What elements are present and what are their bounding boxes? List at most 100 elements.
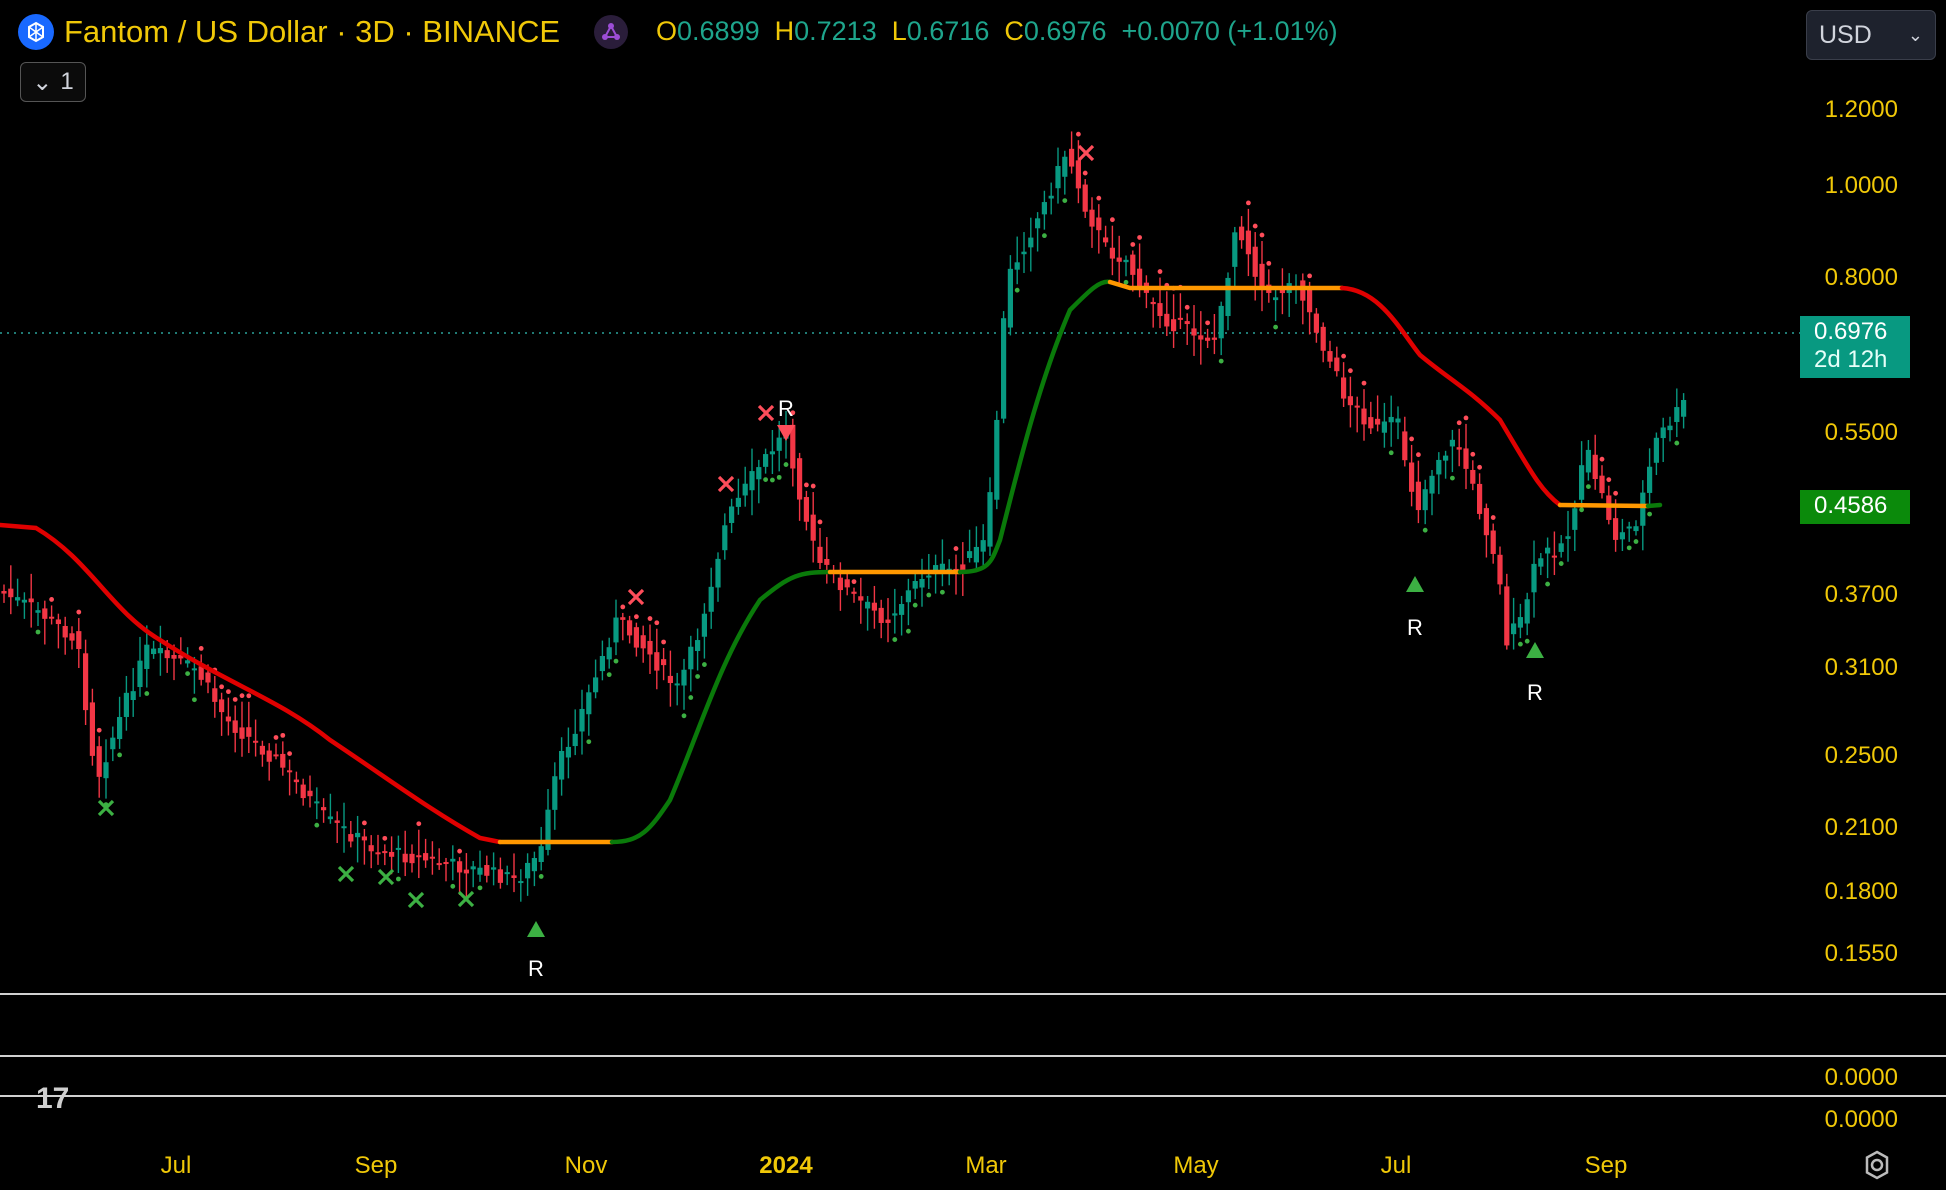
candle-body: [1109, 247, 1115, 259]
markers-layer: R R R R: [97, 144, 1544, 981]
candle-body: [681, 669, 687, 686]
candle-body: [137, 660, 143, 688]
candle-body: [1300, 280, 1306, 301]
signal-dot: [1606, 477, 1612, 483]
purple-indicator-icon[interactable]: [594, 15, 629, 49]
candle-body: [1123, 259, 1129, 263]
signal-dot: [906, 628, 911, 634]
candle-body: [1477, 483, 1483, 514]
signal-dot: [810, 483, 816, 489]
signal-dot: [219, 684, 225, 690]
trend-line-up: [609, 569, 833, 845]
supertrend-layer: [0, 279, 1663, 845]
candle-body: [484, 865, 490, 876]
candle-body: [627, 620, 633, 636]
candle-body: [457, 861, 463, 873]
candle-body: [892, 613, 898, 616]
candle-body: [1191, 328, 1197, 336]
candle-body: [960, 564, 966, 571]
cross-marker: [407, 891, 425, 909]
signal-dot: [1096, 195, 1102, 201]
signal-dot: [1218, 358, 1224, 364]
candle-body: [844, 579, 850, 588]
signal-dot: [1014, 287, 1020, 293]
candle-body: [538, 846, 544, 863]
candle-body: [803, 497, 809, 522]
candle-body: [219, 699, 225, 713]
candle-body: [1551, 555, 1557, 558]
candle-body: [987, 492, 993, 547]
candle-body: [1497, 554, 1503, 585]
candle-body: [28, 598, 34, 603]
candle-body: [1531, 563, 1537, 593]
candle-body: [1198, 335, 1204, 340]
candle-body: [1545, 547, 1551, 554]
candle-body: [912, 581, 918, 589]
signal-dot: [688, 695, 694, 700]
signal-dot: [1450, 475, 1455, 481]
signal-dot: [1463, 415, 1469, 421]
signal-dot: [783, 462, 789, 467]
candle-body: [695, 640, 701, 652]
candle-body: [1599, 475, 1605, 494]
candle-body: [49, 616, 55, 619]
candle-body: [776, 437, 782, 451]
candle-body: [232, 720, 238, 733]
currency-select[interactable]: USD ⌄: [1806, 10, 1936, 60]
signal-dot: [1422, 527, 1428, 533]
signal-dot: [804, 482, 809, 488]
candle-body: [273, 754, 279, 757]
candle-body: [69, 633, 75, 641]
chart-canvas[interactable]: R R R R 17: [0, 0, 1946, 1190]
signal-dot: [1674, 440, 1680, 446]
candle-body: [1116, 257, 1122, 262]
symbol-title[interactable]: Fantom / US Dollar · 3D · BINANCE: [64, 14, 560, 50]
signal-dot: [232, 697, 238, 702]
price-tick: 0.2500: [1824, 742, 1898, 769]
signal-dot: [1266, 260, 1272, 266]
symbol-header: Fantom / US Dollar · 3D · BINANCE: [18, 10, 629, 54]
candle-body: [402, 853, 408, 863]
candle-body: [1368, 417, 1374, 429]
price-tick: 1.0000: [1824, 172, 1898, 199]
candle-body: [35, 610, 41, 613]
candle-body: [1225, 277, 1231, 317]
settings-gear-icon[interactable]: [1860, 1148, 1894, 1182]
candle-body: [491, 867, 497, 870]
pane3-tick: 0.0000: [1824, 1064, 1898, 1091]
signal-dot: [96, 727, 102, 733]
signal-dot: [396, 876, 401, 882]
trend-line-flat: [1557, 502, 1651, 509]
candle-body: [300, 784, 306, 799]
signal-dot: [1416, 452, 1421, 458]
signal-dot: [634, 614, 639, 620]
candle-body: [334, 820, 340, 823]
signal-dot: [1307, 273, 1312, 279]
collapse-indicators-button[interactable]: ⌄ 1: [20, 62, 86, 102]
signal-dot: [1599, 456, 1605, 462]
candle-body: [123, 692, 129, 717]
signal-dot: [1205, 320, 1210, 326]
candle-body: [817, 546, 823, 563]
candle-body: [307, 790, 313, 797]
pane3-tick: 0.0000: [1824, 1106, 1898, 1133]
indicator-value-badge: 0.4586: [1800, 490, 1910, 524]
signal-dot: [702, 662, 707, 667]
candle-body: [1157, 303, 1163, 317]
signal-dot: [613, 658, 619, 664]
cross-marker: [757, 404, 775, 422]
candle-body: [647, 640, 653, 655]
time-tick: May: [1173, 1152, 1219, 1179]
candle-body: [661, 659, 667, 666]
signal-dot: [661, 639, 666, 645]
candle-body: [355, 832, 361, 838]
candle-body: [1381, 421, 1387, 433]
candle-body: [1429, 475, 1435, 494]
price-tick: 0.8000: [1824, 264, 1898, 291]
candle-body: [1014, 262, 1020, 270]
candle-body: [1511, 623, 1517, 635]
time-tick: Nov: [564, 1152, 608, 1179]
candle-body: [1035, 218, 1041, 229]
signal-dot: [926, 592, 932, 598]
signal-dot: [457, 848, 462, 854]
